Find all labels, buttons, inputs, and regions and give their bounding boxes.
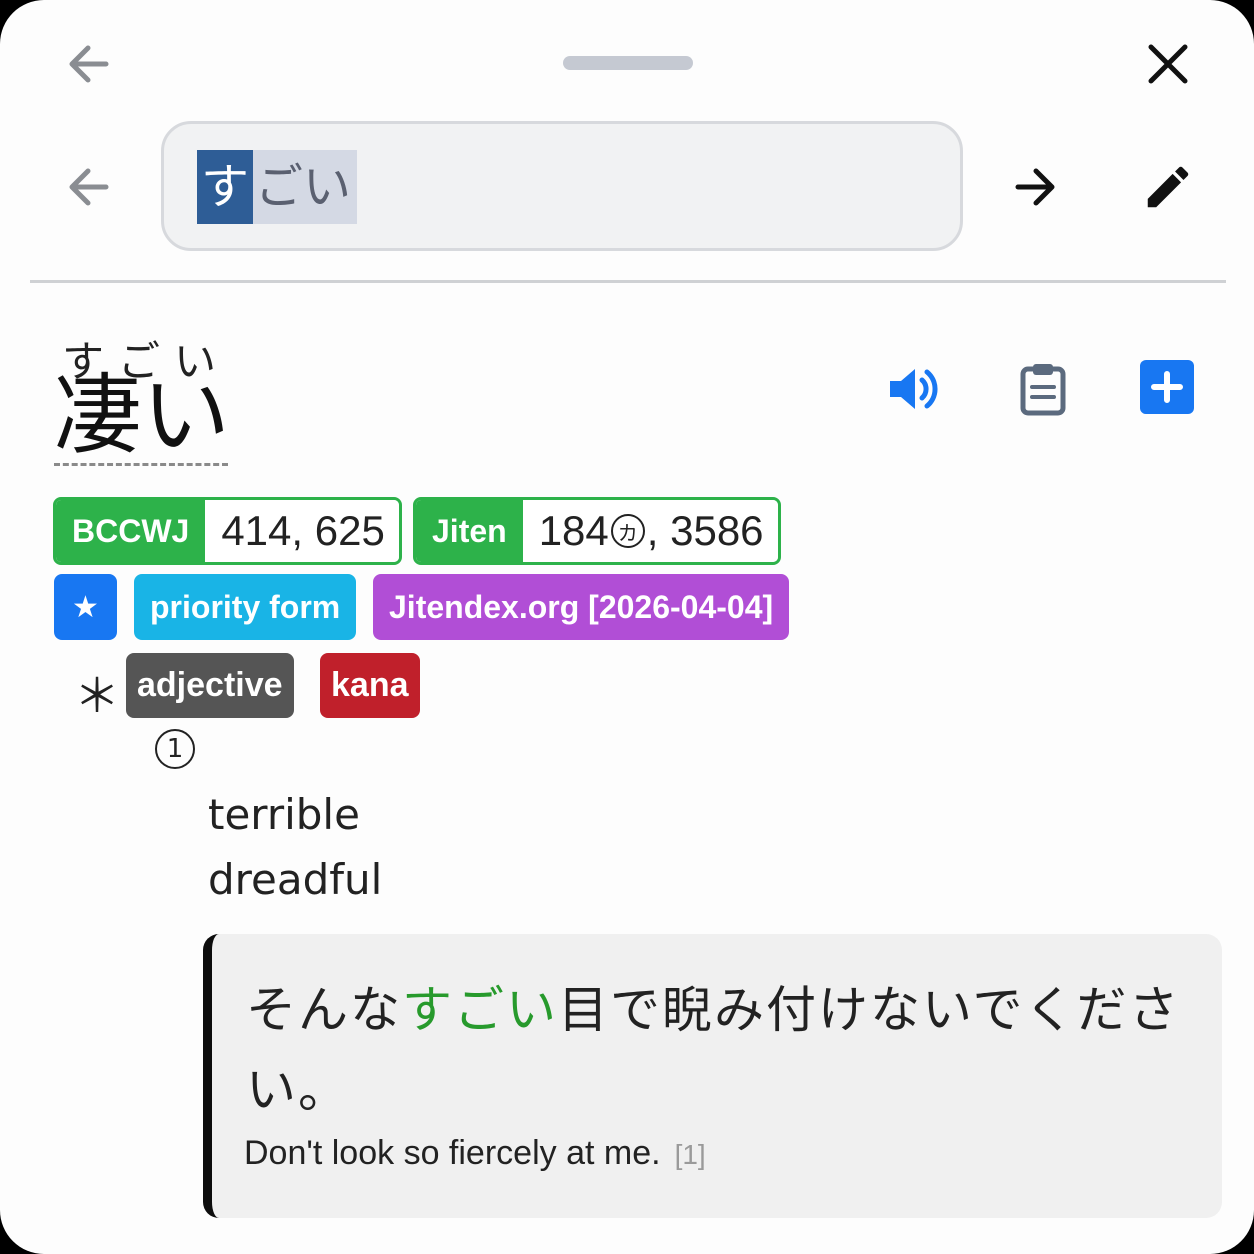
- example-text: そんな: [246, 981, 402, 1039]
- frequency-tag-value: 414, 625: [205, 500, 399, 562]
- arrow-left-icon: [69, 45, 109, 83]
- usage-tag-kana[interactable]: kana: [320, 653, 420, 718]
- frequency-tag-label: Jiten: [416, 500, 523, 562]
- frequency-tag-value: 184 カ , 3586: [522, 500, 778, 562]
- arrow-right-icon: [1015, 168, 1055, 206]
- example-english: Don't look so fiercely at me. [1]: [244, 1134, 706, 1173]
- add-to-deck-button[interactable]: [1140, 360, 1194, 414]
- copy-button[interactable]: [1010, 356, 1076, 422]
- pos-marker: ＊: [74, 669, 120, 723]
- plus-icon: [1151, 371, 1183, 403]
- example-highlight: すごい: [402, 981, 558, 1039]
- headword[interactable]: 凄い: [54, 370, 230, 464]
- frequency-tag-bccwj[interactable]: BCCWJ 414, 625: [53, 497, 402, 565]
- pos-tag-adjective[interactable]: adjective: [126, 653, 294, 718]
- example-translation: Don't look so fiercely at me.: [244, 1134, 661, 1172]
- clipboard-icon: [1020, 364, 1066, 416]
- drag-handle[interactable]: [563, 56, 693, 70]
- arrow-left-icon: [69, 168, 109, 206]
- query-remaining-text: ごい: [253, 150, 358, 224]
- close-button[interactable]: [1138, 34, 1198, 94]
- headword-underline: [54, 463, 228, 466]
- search-query: すごい: [197, 150, 358, 224]
- search-forward-button[interactable]: [1006, 157, 1066, 217]
- example-reference[interactable]: [1]: [675, 1139, 706, 1170]
- dictionary-tag[interactable]: Jitendex.org [2026-04-04]: [373, 574, 790, 640]
- pencil-icon: [1147, 166, 1189, 208]
- frequency-value-main: 184: [538, 507, 609, 554]
- query-selected-text: す: [197, 150, 254, 224]
- dictionary-popup: すごい すごい 凄い BCCWJ 414, 625 Jiten 184 カ , …: [0, 0, 1254, 1254]
- sense-number: 1: [155, 729, 195, 769]
- play-audio-button[interactable]: [880, 356, 946, 422]
- katakana-mark: カ: [610, 514, 645, 548]
- speaker-icon: [890, 369, 938, 409]
- search-input[interactable]: すごい: [161, 121, 963, 251]
- frequency-tag-jiten[interactable]: Jiten 184 カ , 3586: [413, 497, 781, 565]
- close-icon: [1148, 44, 1188, 84]
- example-sentence-block: そんなすごい目で睨み付けないでください。 Don't look so fierc…: [203, 934, 1222, 1218]
- back-button[interactable]: [58, 34, 118, 94]
- frequency-tag-label: BCCWJ: [56, 500, 206, 562]
- example-japanese[interactable]: そんなすごい目で睨み付けないでください。: [246, 970, 1196, 1130]
- frequency-value-tail: , 3586: [646, 507, 764, 554]
- edit-button[interactable]: [1136, 155, 1200, 219]
- star-tag[interactable]: ★: [54, 574, 117, 640]
- header-divider: [30, 280, 1226, 283]
- search-back-button[interactable]: [58, 157, 118, 217]
- priority-form-tag[interactable]: priority form: [134, 574, 357, 640]
- gloss-item: dreadful: [208, 855, 383, 904]
- gloss-item: terrible: [208, 790, 360, 839]
